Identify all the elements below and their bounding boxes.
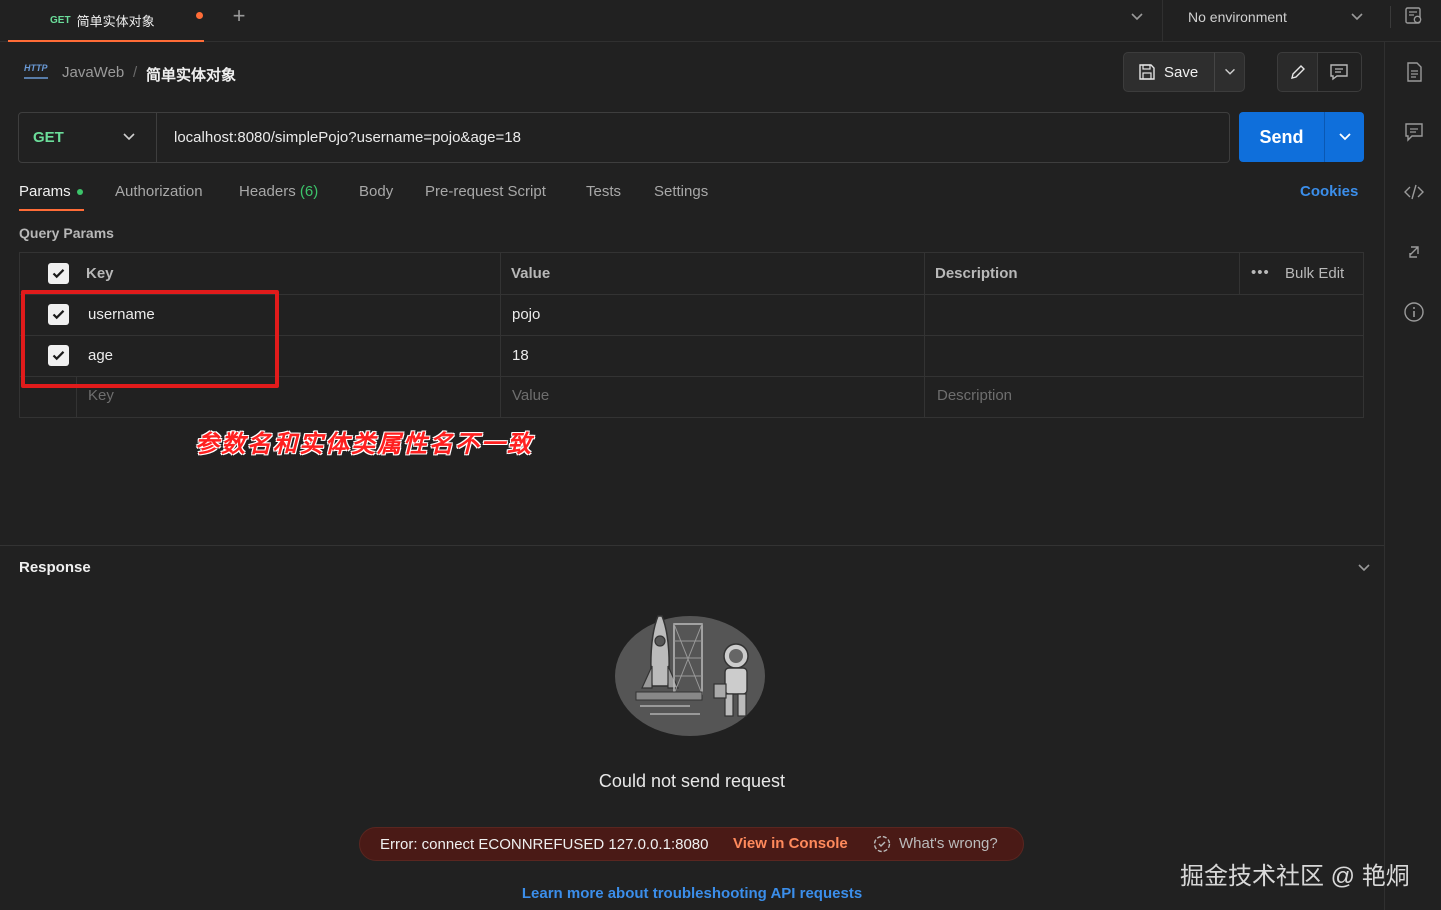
- save-icon: [1139, 64, 1155, 80]
- bulk-edit-button[interactable]: Bulk Edit: [1285, 265, 1344, 282]
- tab-tests[interactable]: Tests: [586, 183, 621, 200]
- chevron-down-icon: [1224, 68, 1235, 75]
- tab-headers-label: Headers: [239, 183, 296, 200]
- learn-more-link[interactable]: Learn more about troubleshooting API req…: [0, 885, 1384, 902]
- breadcrumb-parent[interactable]: JavaWeb: [62, 64, 124, 81]
- value-placeholder[interactable]: Value: [512, 387, 549, 404]
- send-button[interactable]: Send: [1239, 112, 1324, 162]
- http-underline-icon: [24, 77, 48, 79]
- chevron-down-icon[interactable]: [1128, 8, 1146, 26]
- breadcrumb-separator: /: [133, 64, 138, 81]
- documentation-icon[interactable]: [1403, 61, 1425, 83]
- view-in-console-link[interactable]: View in Console: [733, 835, 848, 852]
- save-options-button[interactable]: [1214, 52, 1245, 92]
- annotation-text: 参数名和实体类属性名不一致: [195, 429, 533, 458]
- environment-quick-look-icon[interactable]: [1404, 6, 1424, 26]
- http-icon-text: HTTP: [24, 63, 48, 73]
- error-message-title: Could not send request: [598, 771, 786, 791]
- tab-prerequest-script[interactable]: Pre-request Script: [425, 183, 546, 200]
- column-header-description: Description: [935, 265, 1018, 282]
- chevron-down-icon[interactable]: [1355, 559, 1373, 577]
- table-divider: [500, 252, 501, 418]
- chevron-down-icon: [1338, 133, 1351, 141]
- url-input[interactable]: [158, 113, 1228, 162]
- check-icon: [52, 269, 65, 279]
- headers-count: (6): [299, 183, 319, 200]
- query-params-title: Query Params: [19, 225, 114, 241]
- params-active-dot: [77, 189, 83, 195]
- code-icon[interactable]: [1403, 181, 1425, 203]
- table-divider: [924, 252, 925, 418]
- send-options-button[interactable]: [1324, 112, 1364, 162]
- new-tab-button[interactable]: +: [228, 5, 250, 27]
- cookies-link[interactable]: Cookies: [1300, 183, 1358, 200]
- response-divider: [0, 545, 1384, 546]
- column-header-key: Key: [86, 265, 114, 282]
- more-options-icon[interactable]: •••: [1251, 264, 1270, 281]
- tab-headers[interactable]: Headers (6): [239, 183, 318, 200]
- tab-name: 简单实体对象: [76, 13, 155, 29]
- save-label: Save: [1164, 63, 1199, 81]
- rocket-astronaut-illustration: [615, 615, 765, 736]
- param-value-cell[interactable]: pojo: [512, 306, 540, 323]
- active-tab-underline: [19, 209, 84, 211]
- comments-icon[interactable]: [1403, 121, 1425, 143]
- tab-params[interactable]: Params: [19, 183, 71, 200]
- send-label: Send: [1259, 126, 1304, 147]
- method-label: GET: [33, 129, 64, 146]
- tab-settings[interactable]: Settings: [654, 183, 708, 200]
- right-sidebar: [1384, 42, 1441, 910]
- chevron-down-icon[interactable]: [120, 128, 138, 146]
- breadcrumb-current[interactable]: 简单实体对象: [146, 64, 236, 85]
- unsaved-indicator: [196, 12, 203, 19]
- edit-button[interactable]: [1277, 52, 1318, 92]
- tab-method: GET: [50, 14, 71, 26]
- watermark-text: 掘金技术社区 @ 艳烔: [1180, 863, 1410, 890]
- divider: [1390, 6, 1391, 28]
- pencil-icon: [1290, 65, 1305, 79]
- divider: [1162, 0, 1163, 42]
- http-request-icon: HTTP: [24, 63, 48, 81]
- highlight-box: [21, 290, 279, 388]
- key-placeholder[interactable]: Key: [88, 387, 114, 404]
- tab-authorization[interactable]: Authorization: [115, 183, 203, 200]
- environment-label: No environment: [1188, 9, 1287, 25]
- whats-wrong-link[interactable]: What's wrong?: [899, 835, 998, 852]
- troubleshoot-icon[interactable]: [872, 834, 892, 854]
- table-divider: [1239, 252, 1240, 294]
- error-text: Error: connect ECONNREFUSED 127.0.0.1:80…: [380, 836, 709, 853]
- comments-button[interactable]: [1317, 52, 1362, 92]
- response-title: Response: [19, 559, 91, 576]
- comment-icon: [1330, 64, 1348, 81]
- select-all-checkbox[interactable]: [48, 263, 69, 284]
- related-collections-icon[interactable]: [1403, 241, 1425, 263]
- info-icon[interactable]: [1403, 301, 1425, 323]
- save-button[interactable]: Save: [1123, 52, 1215, 92]
- tab-body[interactable]: Body: [359, 183, 393, 200]
- tab-request-active[interactable]: GET 简单实体对象: [8, 0, 204, 42]
- description-placeholder[interactable]: Description: [937, 387, 1012, 404]
- column-header-value: Value: [511, 265, 551, 282]
- chevron-down-icon[interactable]: [1348, 8, 1366, 26]
- param-value-cell[interactable]: 18: [512, 347, 529, 364]
